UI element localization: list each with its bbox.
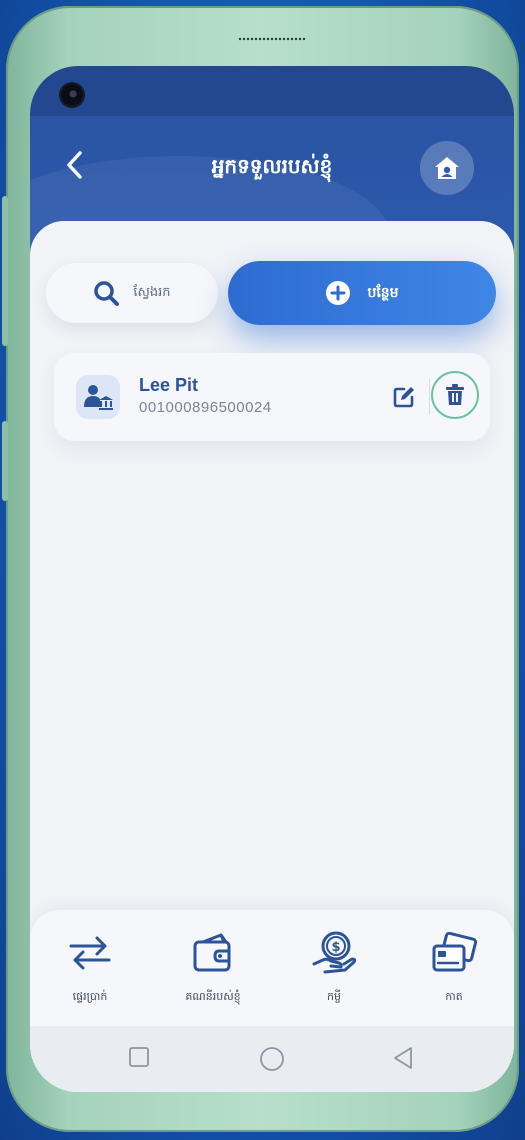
card-divider (429, 379, 430, 415)
earpiece-speaker (238, 36, 306, 42)
back-button[interactable] (58, 148, 92, 182)
status-bar (30, 66, 514, 116)
page-title: អ្នកទទួលរបស់ខ្ញុំ (211, 156, 333, 178)
nav-icon-wrap: $ (430, 928, 478, 978)
recipient-account-number: 001000896500024 (139, 399, 272, 416)
add-recipient-button[interactable]: បន្ថែម (228, 261, 496, 325)
back-system-button[interactable] (392, 1046, 414, 1070)
edit-recipient-button[interactable] (388, 381, 420, 413)
search-button-label: ស្វែងរក (133, 283, 171, 299)
search-icon (94, 281, 120, 306)
nav-item-loan[interactable]: $ កម្ចី (279, 928, 389, 1018)
trash-icon (446, 384, 464, 405)
card-icon: $ (432, 932, 478, 972)
nav-label-my-account: គណនីរបស់ខ្ញុំ (185, 991, 241, 1003)
nav-icon-wrap (191, 928, 235, 978)
recipient-avatar (76, 375, 120, 419)
recent-apps-button[interactable] (128, 1046, 150, 1068)
nav-icon-wrap (67, 928, 113, 978)
recipient-card[interactable]: Lee Pit 001000896500024 (54, 353, 490, 441)
delete-recipient-button[interactable] (431, 371, 479, 419)
bottom-navigation: ផ្ទេរប្រាក់ គណនីរបស់ខ្ញុំ $ កម្ចី កាត (30, 910, 514, 1026)
nav-label-card: កាត (445, 991, 463, 1003)
wallet-icon (193, 933, 231, 972)
nav-item-card[interactable]: $ កាត (399, 928, 509, 1018)
plus-circle-icon (326, 281, 351, 305)
add-button-label: បន្ថែម (367, 283, 399, 300)
phone-frame: អ្នកទទួលរបស់ខ្ញុំ ស្វែងរក បន្ថែម Lee Pit… (2, 6, 519, 1132)
user-bank-icon (84, 385, 113, 410)
phone-screen: អ្នកទទួលរបស់ខ្ញុំ ស្វែងរក បន្ថែម Lee Pit… (30, 66, 514, 1092)
loan-icon: $ (312, 931, 357, 974)
search-button[interactable]: ស្វែងរក (46, 263, 218, 323)
chevron-left-icon (67, 151, 82, 179)
nav-item-my-account[interactable]: គណនីរបស់ខ្ញុំ (158, 928, 268, 1018)
front-camera (61, 84, 83, 106)
nav-label-transfer: ផ្ទេរប្រាក់ (72, 991, 108, 1003)
nav-label-loan: កម្ចី (327, 991, 341, 1003)
svg-text:$: $ (331, 940, 340, 955)
volume-up-button (2, 196, 8, 346)
edit-icon (393, 387, 414, 408)
home-icon (435, 157, 459, 179)
home-system-button[interactable] (259, 1046, 285, 1072)
system-navigation-bar (30, 1026, 514, 1092)
volume-down-button (2, 421, 8, 501)
recipient-name: Lee Pit (139, 375, 199, 395)
nav-icon-wrap: $ (311, 928, 357, 978)
nav-item-transfer[interactable]: ផ្ទេរប្រាក់ (35, 928, 145, 1018)
home-button[interactable] (420, 141, 474, 195)
transfer-icon (69, 936, 111, 970)
